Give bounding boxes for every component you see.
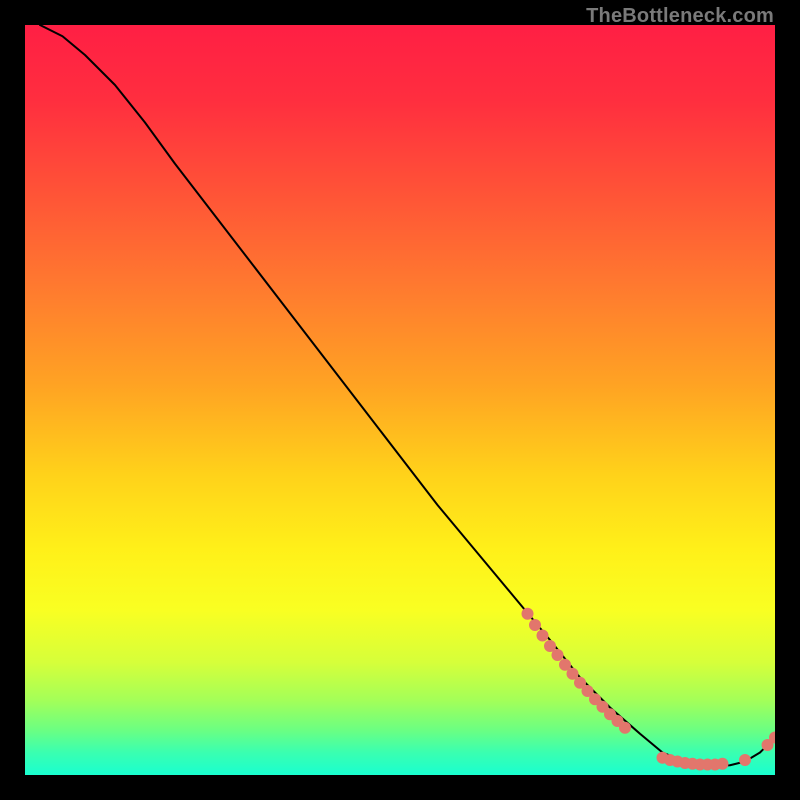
- data-point: [619, 722, 631, 734]
- chart-svg: [25, 25, 775, 775]
- data-point: [739, 754, 751, 766]
- data-point: [717, 758, 729, 770]
- data-point: [552, 649, 564, 661]
- chart-stage: TheBottleneck.com: [0, 0, 800, 800]
- curve-line: [40, 25, 775, 766]
- data-point: [529, 619, 541, 631]
- data-point: [537, 630, 549, 642]
- plot-area: [25, 25, 775, 775]
- data-point: [522, 608, 534, 620]
